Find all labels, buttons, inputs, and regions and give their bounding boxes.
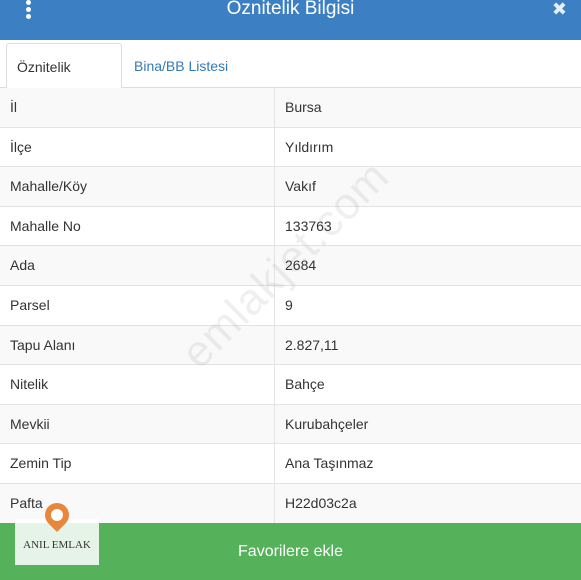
table-row: Mahalle No 133763 — [0, 206, 581, 247]
table-row: Mahalle/Köy Vakıf — [0, 167, 581, 207]
table-row: Nitelik Bahçe — [0, 365, 581, 405]
attribute-value: H22d03c2a — [285, 494, 357, 511]
attribute-value: 2.827,11 — [285, 336, 339, 353]
table-row: Parsel 9 — [0, 285, 581, 326]
attribute-table: İl Bursa İlçe Yıldırım Mahalle/Köy Vakıf… — [0, 88, 581, 524]
modal-header: Öznitelik Bilgisi ✖ — [0, 0, 581, 40]
modal-title: Öznitelik Bilgisi — [226, 0, 355, 19]
attribute-key: Nitelik — [10, 376, 49, 393]
attribute-value: Bahçe — [285, 376, 325, 393]
attribute-key: Pafta — [10, 494, 43, 511]
attribute-key: Parsel — [10, 296, 50, 313]
table-row: Pafta H22d03c2a — [0, 483, 581, 524]
close-icon[interactable]: ✖ — [552, 0, 567, 18]
tab-bar: Öznitelik Bilgisi Bina/BB Listesi — [0, 40, 581, 121]
table-row: İl Bursa — [0, 88, 581, 128]
tab-attribute-info[interactable]: Öznitelik Bilgisi — [6, 43, 122, 121]
attribute-key: İlçe — [10, 138, 32, 155]
attribute-key: Tapu Alanı — [10, 336, 76, 353]
agency-logo: ANIL EMLAK — [15, 498, 99, 565]
agency-name: ANIL EMLAK — [23, 539, 91, 551]
attribute-key: İl — [10, 99, 17, 115]
attribute-value: Bursa — [285, 99, 322, 115]
attribute-key: Mevkii — [10, 415, 50, 432]
attribute-key: Mahalle/Köy — [10, 178, 88, 195]
attribute-value: 9 — [285, 296, 293, 313]
attribute-value: Yıldırım — [285, 138, 334, 155]
attribute-key: Mahalle No — [10, 217, 81, 234]
attribute-value: 2684 — [285, 257, 317, 274]
tab-building-list[interactable]: Bina/BB Listesi — [124, 43, 238, 89]
attribute-key: Ada — [10, 257, 35, 274]
attribute-value: Vakıf — [285, 178, 316, 195]
table-row: Zemin Tip Ana Taşınmaz — [0, 444, 581, 484]
table-row: Ada 2684 — [0, 246, 581, 286]
attribute-value: Kurubahçeler — [285, 415, 369, 432]
attribute-value: Ana Taşınmaz — [285, 455, 374, 472]
attribute-key: Zemin Tip — [10, 455, 72, 472]
table-row: İlçe Yıldırım — [0, 127, 581, 168]
attribute-value: 133763 — [285, 217, 332, 234]
table-row: Tapu Alanı 2.827,11 — [0, 325, 581, 366]
table-row: Mevkii Kurubahçeler — [0, 404, 581, 445]
